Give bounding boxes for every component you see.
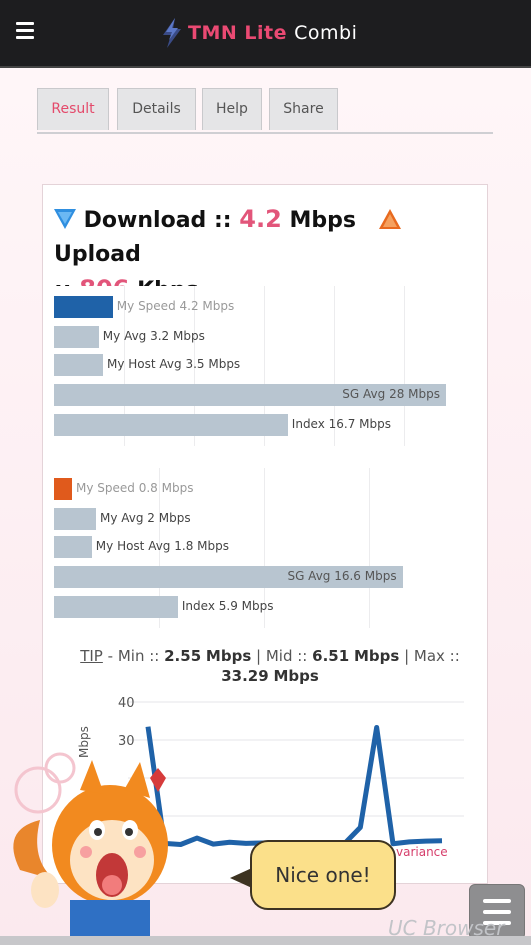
browser-bottom-bar — [0, 936, 531, 945]
tip-stats: TIP - Min :: 2.55 Mbps | Mid :: 6.51 Mbp… — [80, 647, 460, 685]
download-value: 4.2 — [239, 205, 282, 233]
download-bar-label: My Host Avg 3.5 Mbps — [107, 357, 241, 371]
upload-bar — [54, 508, 96, 530]
download-bar-label: SG Avg 28 Mbps — [342, 387, 440, 401]
download-bar — [54, 414, 288, 436]
upload-bar-label: Index 5.9 Mbps — [181, 599, 274, 613]
tip-mid-unit: Mbps — [353, 647, 400, 665]
tip-label[interactable]: TIP — [80, 647, 103, 665]
download-bar-label: My Speed 4.2 Mbps — [116, 299, 235, 313]
brand-main: TMN Lite — [188, 22, 287, 44]
download-separator: :: — [213, 208, 232, 233]
tab-share[interactable]: Share — [269, 88, 338, 130]
tip-dash: - — [107, 647, 114, 665]
lightning-bolt-icon — [163, 18, 181, 48]
app-header: TMN Lite Combi — [0, 0, 531, 68]
download-bar-row: My Host Avg 3.5 Mbps — [54, 354, 474, 376]
uc-squirrel-mascot — [13, 752, 168, 945]
download-bar-row: Index 16.7 Mbps — [54, 414, 474, 436]
y-tick-label: 40 — [118, 696, 135, 711]
tip-min-value: 2.55 — [164, 647, 202, 665]
download-label: Download — [83, 208, 207, 233]
result-tabs: Result Details Help Share — [37, 88, 493, 134]
legend-label: variance — [396, 845, 448, 859]
tip-min-unit: Mbps — [205, 647, 252, 665]
app-logo: TMN Lite Combi — [160, 16, 357, 50]
download-bar — [54, 296, 113, 318]
download-bar — [54, 326, 99, 348]
download-bar-label: Index 16.7 Mbps — [291, 417, 392, 431]
download-unit: Mbps — [289, 208, 356, 233]
download-bar — [54, 354, 103, 376]
upload-bar-row: Index 5.9 Mbps — [54, 596, 474, 618]
upload-bar-label: My Host Avg 1.8 Mbps — [95, 539, 229, 553]
upload-bar — [54, 596, 178, 618]
tip-min-label: Min :: — [117, 647, 160, 665]
tip-mid-value: 6.51 — [312, 647, 350, 665]
upload-bar-row: My Speed 0.8 Mbps — [54, 478, 474, 500]
series-line — [145, 724, 443, 849]
tip-max-label: Max :: — [413, 647, 460, 665]
upload-bar-label: My Speed 0.8 Mbps — [76, 481, 194, 495]
tip-max-value: 33.29 — [221, 667, 269, 685]
download-bar-row: SG Avg 28 Mbps — [54, 384, 474, 406]
tip-mid-label: Mid :: — [265, 647, 308, 665]
download-arrow-icon — [54, 209, 76, 229]
download-bar-row: My Speed 4.2 Mbps — [54, 296, 474, 318]
menu-hamburger-icon[interactable] — [16, 22, 34, 40]
bubble-tail — [230, 868, 252, 888]
download-bar-label: My Avg 3.2 Mbps — [102, 329, 205, 343]
tip-max-unit: Mbps — [273, 667, 319, 685]
tab-help[interactable]: Help — [202, 88, 262, 130]
upload-bar-row: My Avg 2 Mbps — [54, 508, 474, 530]
brand-suffix: Combi — [294, 22, 358, 44]
mascot-speech-bubble: Nice one! — [250, 840, 396, 910]
upload-bar-label: My Avg 2 Mbps — [100, 511, 191, 525]
tab-result[interactable]: Result — [37, 88, 109, 130]
upload-bar-row: My Host Avg 1.8 Mbps — [54, 536, 474, 558]
download-bar-row: My Avg 3.2 Mbps — [54, 326, 474, 348]
download-comparison-chart: My Speed 4.2 Mbps My Avg 3.2 Mbps My Host … — [54, 286, 476, 446]
upload-comparison-chart: My Speed 0.8 Mbps My Avg 2 Mbps My Host Av… — [54, 468, 476, 628]
upload-bar-row: SG Avg 16.6 Mbps — [54, 566, 474, 588]
upload-arrow-icon — [378, 209, 401, 229]
tab-details[interactable]: Details — [117, 88, 196, 130]
y-tick-label: 30 — [118, 734, 135, 749]
upload-bar — [54, 478, 72, 500]
upload-bar — [54, 536, 92, 558]
upload-bar-label: SG Avg 16.6 Mbps — [287, 569, 397, 583]
upload-label: Upload — [54, 242, 141, 267]
